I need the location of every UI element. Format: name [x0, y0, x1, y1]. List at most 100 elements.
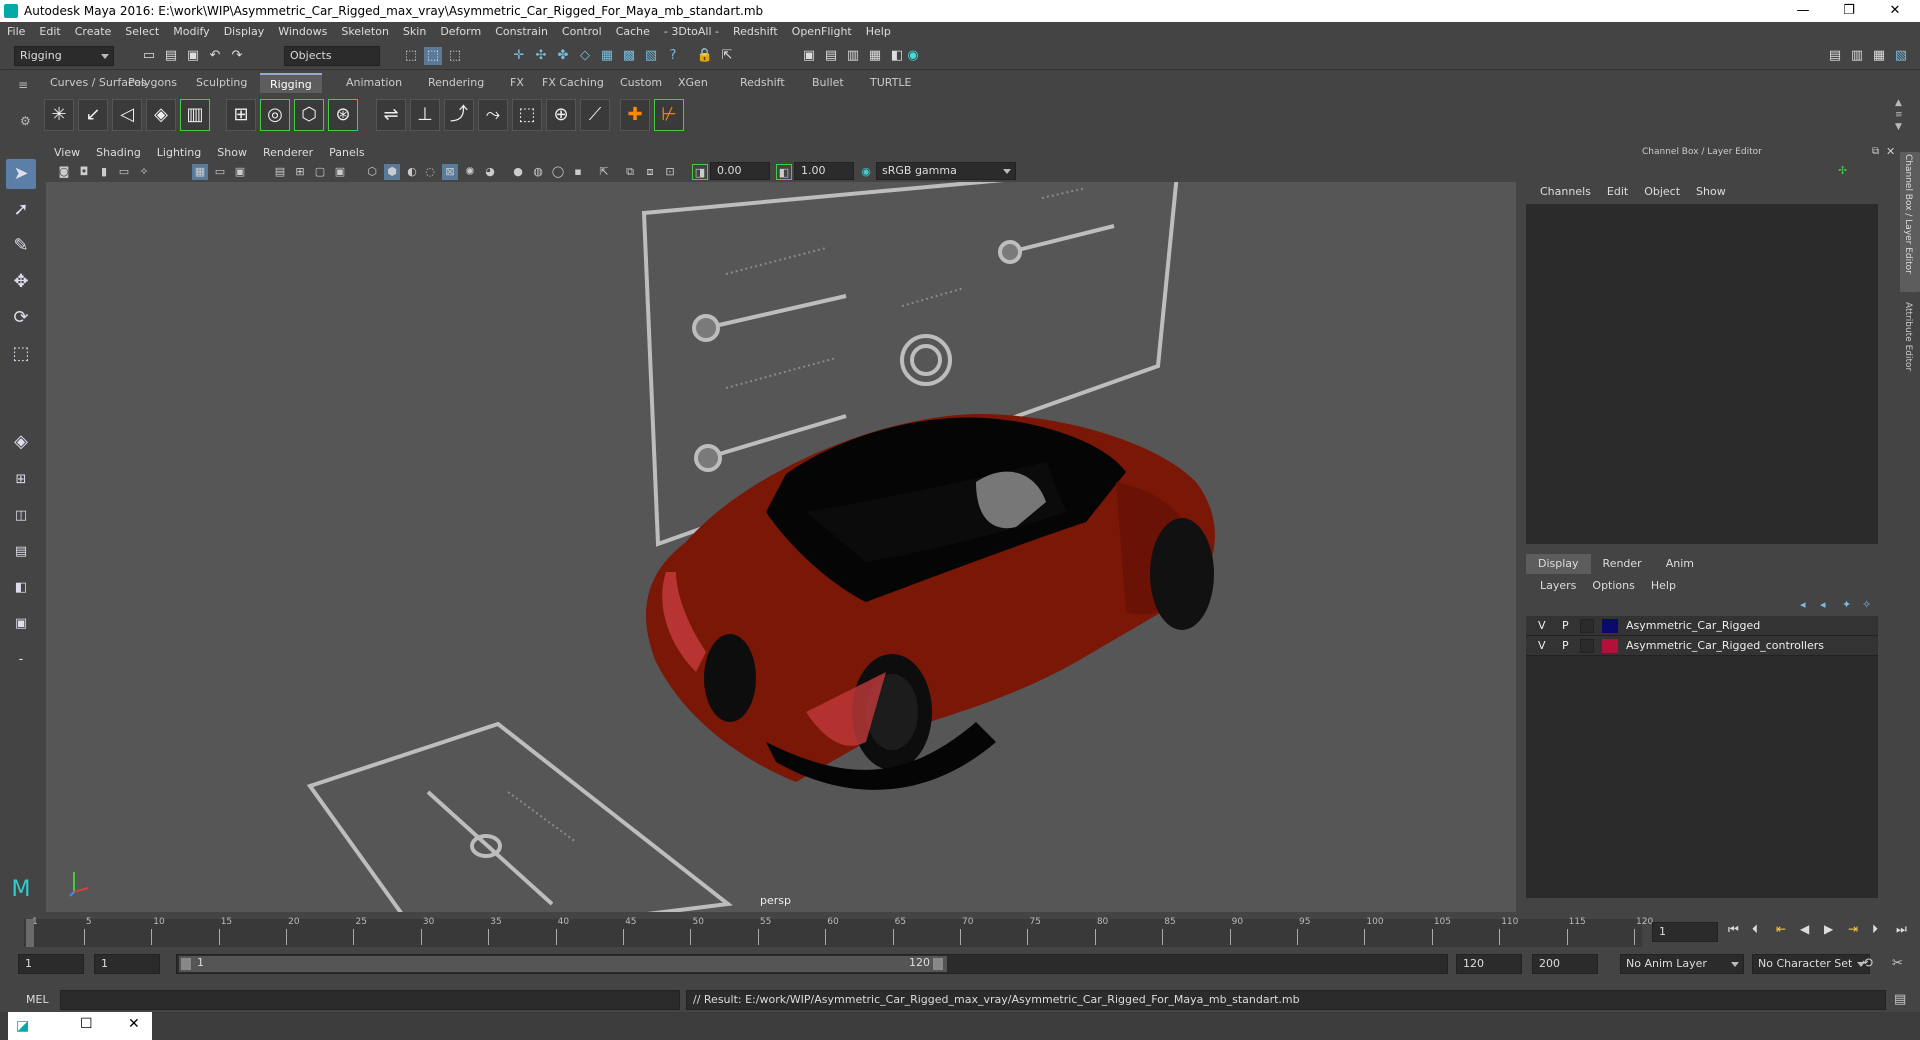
step-forward-key-icon[interactable]: ⇥ [1848, 922, 1858, 936]
range-end-handle-icon[interactable] [933, 958, 943, 970]
ik-spline-icon[interactable]: ◈ [146, 99, 176, 131]
lattice-icon[interactable]: ⬡ [294, 99, 324, 131]
animation-end-field[interactable]: 200 [1532, 954, 1598, 974]
textured-icon[interactable]: ⊠ [442, 164, 458, 180]
ipr-render-icon[interactable]: ▥ [844, 47, 862, 65]
anti-aliasing-icon[interactable]: ◯ [550, 164, 566, 180]
grid-icon[interactable]: ▦ [192, 164, 208, 180]
play-backward-icon[interactable]: ◀ [1800, 922, 1809, 936]
shelf-tab-bullet[interactable]: Bullet [802, 73, 854, 93]
shelf-scroll-menu-icon[interactable]: ≡ [1895, 110, 1903, 120]
field-chart-icon[interactable]: ⊞ [292, 164, 308, 180]
viewport-2-icon[interactable]: ⊡ [662, 164, 678, 180]
ground-control-panel[interactable] [306, 721, 734, 912]
range-start-handle-icon[interactable] [181, 958, 191, 970]
auto-key-icon[interactable]: ⟲ [1862, 956, 1873, 971]
lights-icon[interactable]: ✺ [462, 164, 478, 180]
restore-icon[interactable]: ☐ [80, 1016, 93, 1032]
render-settings-icon[interactable]: ▦ [866, 47, 884, 65]
shelf-tab-redshift[interactable]: Redshift [730, 73, 795, 93]
close-icon[interactable]: ✕ [128, 1016, 140, 1032]
layer-menu-layers[interactable]: Layers [1532, 578, 1584, 594]
layer-type-toggle[interactable] [1580, 619, 1594, 633]
menu-item-deform[interactable]: Deform [433, 22, 488, 42]
snap-curve-icon[interactable]: ✣ [532, 47, 550, 65]
bookmark-icon[interactable]: ▮ [96, 164, 112, 180]
car-model[interactable] [646, 413, 1215, 790]
layer-tab-anim[interactable]: Anim [1654, 554, 1706, 574]
go-to-start-icon[interactable]: ⏮ [1728, 922, 1739, 937]
range-slider[interactable]: 1 120 [176, 954, 1448, 974]
layer-name[interactable]: Asymmetric_Car_Rigged [1626, 619, 1760, 632]
four-pane-layout-icon[interactable]: ⊞ [6, 465, 36, 495]
menu-item-modify[interactable]: Modify [166, 22, 216, 42]
humanik-icon[interactable]: ▥ [180, 99, 210, 131]
xray-joints-icon[interactable]: ⧉ [622, 164, 638, 180]
side-tab-channel-box[interactable]: Channel Box / Layer Editor [1900, 152, 1920, 292]
joint-tool-icon[interactable]: ✳ [44, 99, 74, 131]
go-to-end-icon[interactable]: ⏭ [1896, 922, 1907, 937]
current-time-marker[interactable] [26, 919, 34, 947]
animation-preferences-icon[interactable]: ✂ [1892, 956, 1903, 971]
isolate-select-icon[interactable]: ⇱ [596, 164, 612, 180]
channel-menu-object[interactable]: Object [1636, 184, 1688, 200]
viewport-menu-panels[interactable]: Panels [321, 144, 372, 162]
side-by-side-layout-icon[interactable]: ◫ [6, 501, 36, 531]
channel-box-toggle-icon[interactable]: ▧ [1892, 47, 1910, 65]
xray-components-icon[interactable]: ⧈ [642, 164, 658, 180]
ik-handle-icon[interactable]: ◁ [112, 99, 142, 131]
menu-item-help[interactable]: Help [859, 22, 898, 42]
shelf-tab-rigging[interactable]: Rigging [260, 73, 322, 93]
menu-item-create[interactable]: Create [68, 22, 119, 42]
xray-icon[interactable]: ◌ [422, 164, 438, 180]
ambient-occlusion-icon[interactable]: ● [510, 164, 526, 180]
step-forward-icon[interactable]: ⏵ [1872, 922, 1878, 937]
menu-item-skeleton[interactable]: Skeleton [334, 22, 396, 42]
attribute-editor-toggle-icon[interactable]: ▥ [1848, 47, 1866, 65]
layer-row[interactable]: V P Asymmetric_Car_Rigged_controllers [1526, 636, 1878, 656]
snap-vertex-icon[interactable]: ▩ [620, 47, 638, 65]
modeling-toolkit-icon[interactable]: ▤ [1826, 47, 1844, 65]
redo-icon[interactable]: ↷ [228, 47, 246, 65]
cursor-icon[interactable]: ⇱ [718, 47, 736, 65]
camera-attributes-icon[interactable]: ◘ [76, 164, 92, 180]
motion-blur-icon[interactable]: ◍ [530, 164, 546, 180]
film-gate-icon[interactable]: ▭ [212, 164, 228, 180]
gamma-icon[interactable]: ◧ [776, 164, 792, 180]
menu-item-constrain[interactable]: Constrain [488, 22, 555, 42]
menu-item-file[interactable]: File [0, 22, 32, 42]
viewport-menu-renderer[interactable]: Renderer [255, 144, 321, 162]
move-layer-up-icon[interactable]: ◂ [1800, 598, 1806, 611]
select-tool-icon[interactable]: ➤ [6, 159, 36, 189]
scale-constraint-icon[interactable]: ⬚ [512, 99, 542, 131]
parent-constraint-icon[interactable]: ⇌ [376, 99, 406, 131]
character-set-dropdown[interactable]: No Character Set [1752, 954, 1870, 974]
menu-item-skin[interactable]: Skin [396, 22, 433, 42]
snap-live-icon[interactable]: ▧ [642, 47, 660, 65]
channel-menu-edit[interactable]: Edit [1599, 184, 1636, 200]
minimize-button[interactable]: — [1780, 0, 1826, 22]
side-tab-attribute-editor[interactable]: Attribute Editor [1900, 300, 1920, 400]
depth-of-field-icon[interactable]: ▪ [570, 164, 586, 180]
playback-end-field[interactable]: 120 [1456, 954, 1522, 974]
float-panel-icon[interactable]: ⧉ [1872, 146, 1879, 157]
menu-item-control[interactable]: Control [555, 22, 609, 42]
layer-tab-display[interactable]: Display [1526, 554, 1591, 574]
channel-menu-show[interactable]: Show [1688, 184, 1734, 200]
create-rig-icon[interactable]: ⊬ [654, 99, 684, 131]
viewport-menu-shading[interactable]: Shading [88, 144, 149, 162]
shelf-menu-icon[interactable]: ≡ [18, 78, 28, 92]
insert-joint-icon[interactable]: ↙ [78, 99, 108, 131]
shelf-tab-animation[interactable]: Animation [336, 73, 412, 93]
color-space-dropdown[interactable]: sRGB gamma [876, 162, 1016, 180]
layer-name[interactable]: Asymmetric_Car_Rigged_controllers [1626, 639, 1824, 652]
layer-playback-toggle[interactable]: P [1562, 639, 1569, 652]
aim-constraint-icon[interactable]: ⤳ [478, 99, 508, 131]
close-panel-icon[interactable]: ✕ [1886, 145, 1895, 158]
menu-item-openflight[interactable]: OpenFlight [785, 22, 859, 42]
menu-item-edit[interactable]: Edit [32, 22, 67, 42]
viewport-menu-show[interactable]: Show [209, 144, 255, 162]
default-material-icon[interactable]: ◐ [404, 164, 420, 180]
scale-tool-icon[interactable]: ⬚ [6, 339, 36, 369]
selection-mode-dropdown[interactable]: Objects [284, 46, 380, 66]
